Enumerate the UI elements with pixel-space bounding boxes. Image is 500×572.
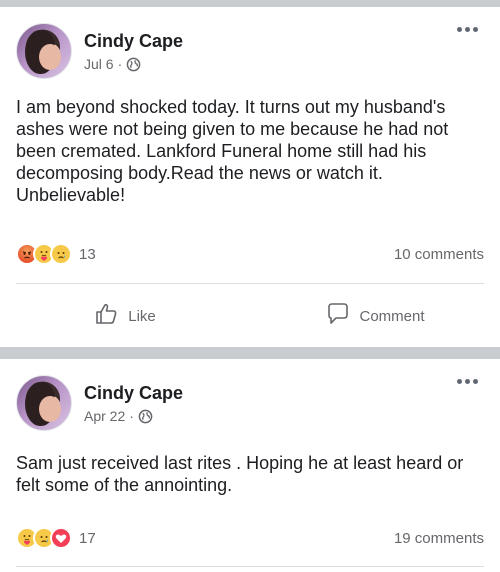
love-reaction-icon	[50, 527, 72, 549]
post-text: I am beyond shocked today. It turns out …	[16, 97, 449, 205]
reaction-count: 17	[79, 529, 96, 547]
comments-count[interactable]: 19 comments	[394, 530, 484, 547]
more-options-icon[interactable]	[457, 27, 478, 32]
meta-separator: ·	[117, 56, 123, 72]
post-meta: Jul 6 ·	[84, 56, 141, 72]
post-date[interactable]: Apr 22	[84, 408, 125, 424]
feed-separator	[0, 347, 500, 359]
post-text: Sam just received last rites . Hoping he…	[16, 453, 464, 495]
speech-bubble-icon	[325, 301, 351, 331]
avatar[interactable]	[16, 23, 72, 79]
sad-reaction-icon	[50, 243, 72, 265]
globe-icon	[138, 409, 153, 424]
post-date[interactable]: Jul 6	[84, 56, 114, 72]
more-options-icon[interactable]	[457, 379, 478, 384]
post-actions: Like Comment	[0, 296, 500, 336]
meta-separator: ·	[129, 408, 134, 424]
feed-post: Cindy Cape Apr 22 · Sam just received la…	[0, 359, 500, 572]
comments-count[interactable]: 10 comments	[394, 246, 484, 263]
feed-post: Cindy Cape Jul 6 · I am beyond shocked t…	[0, 7, 500, 347]
avatar[interactable]	[16, 375, 72, 431]
reaction-count: 13	[79, 245, 96, 263]
post-meta: Apr 22 ·	[84, 408, 153, 424]
like-button[interactable]: Like	[0, 296, 250, 336]
author-name[interactable]: Cindy Cape	[84, 383, 183, 404]
reactions-summary[interactable]: 13	[16, 243, 96, 265]
comment-label: Comment	[359, 307, 425, 325]
divider	[16, 566, 484, 567]
like-label: Like	[128, 307, 156, 325]
author-name[interactable]: Cindy Cape	[84, 31, 183, 52]
reactions-summary[interactable]: 17	[16, 527, 96, 549]
comment-button[interactable]: Comment	[250, 296, 500, 336]
globe-icon	[126, 57, 141, 72]
thumbs-up-icon	[94, 301, 120, 331]
divider	[16, 283, 484, 284]
feed-separator-top	[0, 0, 500, 7]
